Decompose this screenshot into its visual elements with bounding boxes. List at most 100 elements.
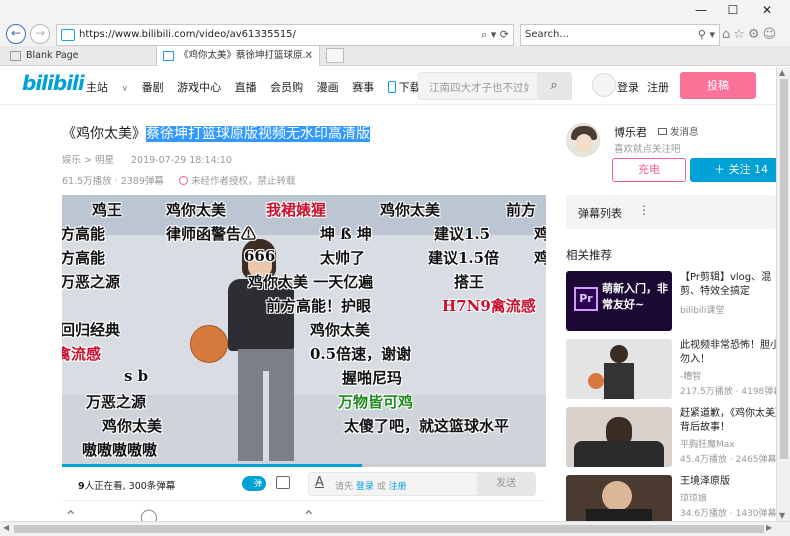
nav-mall[interactable]: 会员购 — [270, 81, 303, 94]
danmaku-settings-icon[interactable] — [276, 476, 290, 489]
follow-button[interactable]: ＋ 关注 14 — [690, 158, 776, 182]
viewer-count-number: 9 — [78, 481, 85, 492]
danmaku-comment: 回归经典 — [62, 321, 121, 339]
coin-icon[interactable]: ◯ — [140, 507, 158, 521]
related-video-stats: 45.4万播放 · 2465弹幕 — [680, 455, 776, 465]
register-link[interactable]: 注册 — [647, 79, 669, 95]
more-vertical-icon[interactable]: ⋮ — [638, 203, 650, 217]
nav-main-label: 主站 — [86, 81, 108, 94]
scroll-up-icon[interactable]: ▲ — [779, 68, 785, 77]
thumbnail-caption: 萌新入门，非常友好~ — [602, 282, 668, 311]
related-video-item[interactable]: Pr 萌新入门，非常友好~ 【Pr剪辑】vlog、混剪、特效全搞定 bilibi… — [566, 271, 776, 333]
vertical-scroll-thumb[interactable] — [780, 79, 788, 459]
thumb-figure-head — [610, 345, 628, 363]
related-video-stats: 34.6万播放 · 1430弹幕 — [680, 509, 776, 519]
no-reprint-icon — [178, 176, 188, 185]
nav-live[interactable]: 直播 — [235, 81, 257, 94]
danmaku-list-panel[interactable]: 弹幕列表 ⋮ — [566, 195, 776, 229]
address-bar[interactable]: https://www.bilibili.com/video/av6133551… — [56, 24, 514, 46]
danmaku-comment: 鸡你太美 — [380, 201, 441, 219]
tab-label: 《鸡你太美》蔡徐坤打篮球原... — [179, 50, 312, 61]
search-icon[interactable]: ⌕ — [537, 73, 571, 99]
uploader-avatar[interactable] — [566, 123, 600, 157]
charge-button[interactable]: 充电 — [612, 158, 686, 182]
uploader-description: 喜欢就点关注吧 — [614, 144, 681, 155]
new-tab-button[interactable] — [326, 48, 344, 63]
related-video-item[interactable]: 王境泽原版 琼琼娘 34.6万播放 · 1430弹幕 — [566, 475, 776, 521]
horizontal-scrollbar[interactable]: ◀ ▶ — [0, 521, 790, 536]
site-search-input[interactable]: 江南四大才子也不过如此 ⌕ — [418, 72, 572, 100]
danmaku-comment: 律师函警告⚠ — [166, 225, 257, 243]
danmaku-comment: 万物皆可鸡 — [338, 393, 414, 411]
tab-bilibili-video[interactable]: 《鸡你太美》蔡徐坤打篮球原... ✕ — [156, 46, 320, 66]
video-player[interactable]: 鸡王 鸡你太美 我裙婊猩 鸡你太美 前方 方高能 律师函警告⚠ 坤 ß 坤 建议… — [62, 195, 546, 465]
refresh-icon[interactable]: ⌕ ▾ ⟳ — [481, 28, 509, 42]
related-thumbnail: Pr 萌新入门，非常友好~ — [566, 271, 672, 331]
reprint-notice: 未经作者授权，禁止转载 — [190, 176, 296, 187]
danmaku-comment: 握啪尼玛 — [342, 369, 403, 387]
related-video-author: bilibili课堂 — [680, 306, 725, 316]
scroll-down-icon[interactable]: ▼ — [779, 511, 785, 520]
smiley-icon[interactable]: ☺ — [763, 27, 780, 42]
danmaku-comment: 禽流感 — [62, 345, 102, 363]
danmaku-toggle[interactable]: 弹 — [242, 476, 266, 491]
share-icon[interactable]: ⌃ — [302, 507, 315, 521]
related-video-author: -糟智 — [680, 372, 702, 382]
vertical-scrollbar[interactable]: ▲ ▼ — [776, 67, 790, 521]
like-icon[interactable]: ⌃ — [64, 507, 77, 521]
phone-icon — [387, 81, 396, 93]
chevron-down-icon: ∨ — [121, 84, 129, 94]
danmaku-comment: 太傻了吧，就这篮球水平 — [344, 417, 510, 435]
plus-icon: ＋ — [714, 163, 725, 176]
hint-register-link[interactable]: 注册 — [389, 482, 407, 492]
nav-anime[interactable]: 番剧 — [142, 81, 164, 94]
upload-button[interactable]: 投稿 — [680, 72, 756, 99]
scroll-left-icon[interactable]: ◀ — [3, 523, 9, 532]
video-title-selected: 蔡徐坤打篮球原版视频无水印高清版 — [146, 126, 370, 142]
hint-login-link[interactable]: 登录 — [356, 482, 374, 492]
danmaku-comment: 666 — [244, 247, 276, 265]
page-icon — [10, 51, 21, 61]
viewer-count: 9人正在看, 300条弹幕 — [78, 478, 175, 492]
nav-games[interactable]: 游戏中心 — [177, 81, 221, 94]
font-style-icon[interactable]: A — [315, 475, 324, 490]
back-arrow-icon[interactable]: ← — [6, 24, 26, 44]
danmaku-comment: 鸡 — [534, 249, 546, 267]
danmaku-input[interactable]: A 请先 登录 或 注册 发送 — [308, 472, 536, 496]
close-window-button[interactable]: ✕ — [752, 3, 782, 17]
login-link[interactable]: 登录 — [617, 79, 639, 95]
send-message-link[interactable]: 发消息 — [658, 124, 699, 138]
browser-search-box[interactable]: Search... ⚲ ▾ — [520, 24, 720, 46]
scroll-right-icon[interactable]: ▶ — [766, 523, 772, 532]
forward-arrow-icon[interactable]: → — [30, 24, 50, 44]
avatar-face — [576, 134, 592, 152]
site-nav: 主站 ∨ 番剧 游戏中心 直播 会员购 漫画 赛事 下载APP — [86, 79, 461, 95]
user-avatar[interactable] — [592, 73, 616, 97]
breadcrumb-category[interactable]: 娱乐 > 明星 — [62, 155, 114, 166]
video-title: 《鸡你太美》蔡徐坤打篮球原版视频无水印高清版 — [62, 123, 370, 143]
nav-manga[interactable]: 漫画 — [317, 81, 339, 94]
nav-events[interactable]: 赛事 — [352, 81, 374, 94]
nav-main[interactable]: 主站 ∨ — [86, 81, 128, 94]
tab-close-icon[interactable]: ✕ — [305, 46, 313, 66]
uploader-name[interactable]: 博乐君 — [614, 124, 647, 140]
related-video-title: 赶紧道歉，《鸡你太美》背后故事！ — [680, 408, 776, 433]
danmaku-comment: 方高能 — [62, 249, 106, 267]
settings-gear-icon[interactable]: ⚙ — [748, 27, 763, 42]
related-video-item[interactable]: 此视频非常恐怖！胆小勿入！ -糟智 217.5万播放 · 4198弹幕 — [566, 339, 776, 401]
tab-blank-page[interactable]: Blank Page — [4, 46, 154, 66]
favorites-star-icon[interactable]: ☆ — [733, 27, 748, 42]
bilibili-logo[interactable]: bilibili — [22, 71, 85, 95]
send-danmaku-button[interactable]: 发送 — [477, 473, 535, 495]
danmaku-list-title: 弹幕列表 — [578, 207, 622, 220]
danmaku-send-bar: 9人正在看, 300条弹幕 弹 A 请先 登录 或 注册 发送 — [62, 467, 546, 501]
danmaku-comment: 鸡你太美 — [102, 417, 163, 435]
danmaku-comment: 搭王 — [454, 273, 485, 291]
home-icon[interactable]: ⌂ — [722, 27, 733, 42]
related-video-item[interactable]: 赶紧道歉，《鸡你太美》背后故事！ 平胸狂魔Max 45.4万播放 · 2465弹… — [566, 407, 776, 469]
minimize-button[interactable]: — — [686, 3, 716, 17]
horizontal-scroll-thumb[interactable] — [14, 525, 764, 533]
search-icon[interactable]: ⚲ ▾ — [698, 28, 715, 41]
maximize-button[interactable]: ☐ — [718, 3, 748, 17]
video-figure-leg-gap — [263, 371, 269, 461]
